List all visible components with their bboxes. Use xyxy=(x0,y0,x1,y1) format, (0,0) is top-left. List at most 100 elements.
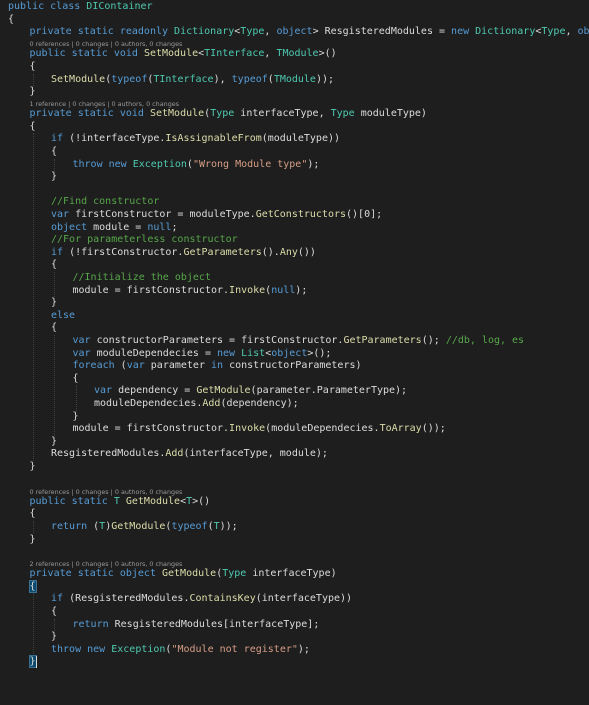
codelens-line[interactable]: 2 references | 0 changes | 0 authors, 0 … xyxy=(30,560,183,568)
codelens-item[interactable]: 1 reference xyxy=(30,100,67,108)
token-plain: (). xyxy=(261,246,280,258)
code-line[interactable]: private static void SetModule(Type inter… xyxy=(30,108,427,120)
token-string: "Wrong Module type" xyxy=(192,158,308,170)
code-line[interactable]: if (!interfaceType.IsAssignableFrom(modu… xyxy=(51,133,340,145)
code-line[interactable]: { xyxy=(51,322,57,334)
code-line[interactable]: { xyxy=(30,61,36,73)
code-line[interactable]: { xyxy=(30,121,36,133)
code-line[interactable]: } xyxy=(51,631,57,643)
code-line[interactable]: { xyxy=(51,606,57,618)
code-line[interactable]: { xyxy=(51,146,57,158)
code-line[interactable]: SetModule(typeof(TInterface), typeof(TMo… xyxy=(51,74,334,86)
token-plain: { xyxy=(29,60,36,72)
code-line[interactable]: { xyxy=(51,259,57,271)
token-keyword: if xyxy=(51,133,64,145)
token-plain: )); xyxy=(315,73,335,85)
token-plain: ()[0]; xyxy=(346,209,383,220)
code-line[interactable]: var firstConstructor = moduleType.GetCon… xyxy=(51,209,382,221)
code-line[interactable]: public static void SetModule<TInterface,… xyxy=(30,48,337,60)
token-plain: interfaceType) xyxy=(246,568,337,580)
indent-guide xyxy=(75,385,77,411)
code-line[interactable]: } xyxy=(51,171,57,183)
token-keyword: in xyxy=(211,360,224,372)
codelens-item[interactable]: 0 references xyxy=(30,40,70,48)
codelens-item[interactable]: 0 authors, 0 changes xyxy=(115,488,183,496)
codelens-item[interactable]: 0 authors, 0 changes xyxy=(112,100,180,108)
code-line[interactable]: } xyxy=(73,411,79,423)
code-line[interactable]: if (!firstConstructor.GetParameters().An… xyxy=(51,247,316,259)
code-line[interactable]: { xyxy=(8,14,14,26)
code-line[interactable]: } xyxy=(28,655,37,669)
token-comment: //Initialize the object xyxy=(72,272,211,283)
token-keyword: var xyxy=(126,360,145,372)
code-line[interactable]: private static readonly Dictionary<Type,… xyxy=(30,26,589,38)
code-line[interactable]: else xyxy=(51,310,75,322)
token-keyword: readonly xyxy=(119,26,169,38)
token-keyword: object xyxy=(271,347,308,359)
token-keyword: new xyxy=(87,643,106,655)
code-line[interactable]: { xyxy=(73,373,79,385)
codelens-item[interactable]: 0 authors, 0 changes xyxy=(115,560,183,568)
code-line[interactable]: private static object GetModule(Type int… xyxy=(30,568,337,580)
token-type: Type xyxy=(210,108,235,120)
code-line[interactable]: { xyxy=(28,579,37,593)
codelens-item[interactable]: 0 changes xyxy=(76,488,109,496)
token-keyword: typeof xyxy=(231,73,268,85)
code-line[interactable]: public class DIContainer xyxy=(8,1,153,13)
codelens-item[interactable]: 0 changes xyxy=(76,40,109,48)
codelens-line[interactable]: 0 references | 0 changes | 0 authors, 0 … xyxy=(30,488,183,496)
codelens-item[interactable]: 2 references xyxy=(30,560,70,568)
code-line[interactable]: return ResgisteredModules[interfaceType]… xyxy=(73,619,320,631)
codelens-line[interactable]: 0 references | 0 changes | 0 authors, 0 … xyxy=(30,40,183,48)
codelens-item[interactable]: 0 references xyxy=(30,488,70,496)
code-line[interactable]: module = firstConstructor.Invoke(moduleD… xyxy=(73,423,446,435)
code-line[interactable]: } xyxy=(30,86,36,98)
token-plain: ( xyxy=(114,360,127,372)
codelens-line[interactable]: 1 reference | 0 changes | 0 authors, 0 c… xyxy=(30,100,180,108)
code-line[interactable]: module = firstConstructor.Invoke(null); xyxy=(73,285,308,297)
code-line[interactable]: } xyxy=(30,461,36,473)
token-type: Dictionary xyxy=(174,26,235,38)
token-plain: { xyxy=(29,120,36,132)
code-line[interactable]: throw new Exception("Wrong Module type")… xyxy=(73,159,320,171)
codelens-item[interactable]: 0 changes xyxy=(76,560,109,568)
token-method: Invoke xyxy=(229,284,266,296)
code-line[interactable]: var moduleDependecies = new List<object>… xyxy=(73,348,332,360)
code-line[interactable]: } xyxy=(30,534,36,546)
token-type: DIContainer xyxy=(86,1,153,12)
token-plain: (dependency); xyxy=(220,398,299,409)
code-line[interactable]: var constructorParameters = firstConstru… xyxy=(73,335,525,347)
indent-guide xyxy=(54,272,55,298)
code-editor[interactable]: public class DIContainer{private static … xyxy=(0,0,589,705)
code-line[interactable]: foreach (var parameter in constructorPar… xyxy=(73,360,362,372)
code-line[interactable]: ResgisteredModules.Add(interfaceType, mo… xyxy=(51,448,328,460)
code-line[interactable]: throw new Exception("Module not register… xyxy=(51,644,310,656)
code-line[interactable]: object module = null; xyxy=(51,222,177,234)
token-type: TModule xyxy=(276,48,319,60)
code-line[interactable]: return (T)GetModule(typeof(T)); xyxy=(51,521,238,533)
token-keyword: if xyxy=(51,593,64,605)
code-line[interactable]: //Initialize the object xyxy=(73,272,211,284)
code-line[interactable]: } xyxy=(51,297,57,309)
code-line[interactable]: { xyxy=(30,508,36,520)
token-string: "Module not register" xyxy=(171,643,298,655)
token-keyword: object xyxy=(51,221,88,233)
code-line[interactable]: moduleDependecies.Add(dependency); xyxy=(94,398,299,410)
token-keyword: public xyxy=(29,48,66,60)
code-line[interactable]: var dependency = GetModule(parameter.Par… xyxy=(94,385,407,397)
code-line[interactable]: if (ResgisteredModules.ContainsKey(inter… xyxy=(51,593,352,605)
token-plain: (ResgisteredModules. xyxy=(63,593,190,605)
indent-guide xyxy=(54,158,55,172)
token-plain: (!firstConstructor. xyxy=(63,246,184,258)
code-line[interactable]: } xyxy=(51,436,57,448)
codelens-item[interactable]: 0 authors, 0 changes xyxy=(115,40,183,48)
indent-guide xyxy=(32,593,34,657)
code-line[interactable]: //Find constructor xyxy=(51,196,159,208)
token-type: List xyxy=(241,347,266,359)
token-keyword: static xyxy=(77,108,114,120)
token-plain: > ResgisteredModules = xyxy=(312,26,452,38)
code-line[interactable]: public static T GetModule<T>() xyxy=(30,496,211,508)
token-method: Invoke xyxy=(229,423,266,435)
codelens-item[interactable]: 0 changes xyxy=(72,100,105,108)
code-line[interactable]: //For parameterless constructor xyxy=(51,234,238,246)
